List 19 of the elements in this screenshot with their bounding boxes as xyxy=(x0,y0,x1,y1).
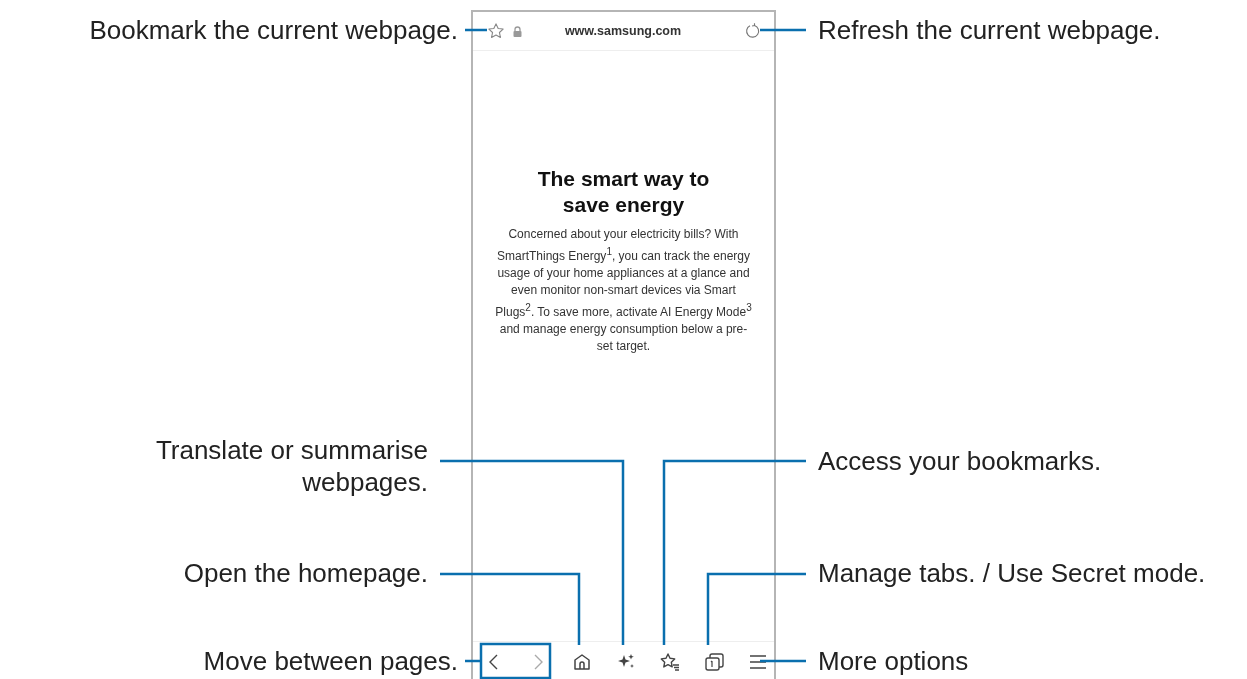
callout-label: Open the homepage. xyxy=(183,557,428,589)
callout-label: More options xyxy=(818,645,969,677)
callout-label: Bookmark the current webpage. xyxy=(89,14,458,46)
leader-line xyxy=(465,28,487,32)
refresh-icon[interactable] xyxy=(744,22,762,40)
leader-line xyxy=(760,659,806,663)
callout-label: Translate or summarise webpages. xyxy=(154,434,428,498)
lock-icon xyxy=(513,25,522,37)
callout-label: Access your bookmarks. xyxy=(818,445,1102,477)
bookmark-star-icon[interactable] xyxy=(487,22,505,40)
callout-label: Move between pages. xyxy=(203,645,458,677)
leader-line xyxy=(760,28,806,32)
leader-line xyxy=(465,659,481,663)
page-paragraph: Concerned about your electricity bills? With SmartThings Energy$^{1}$, you can track the energy usage of your home appliances at a glance and even monitor non-smart devices via Smart Plugs$^{2}$. To save more, activate AI Energy Mode$^{3}$ and manage energy consumption below a pre-set target. xyxy=(494,226,753,355)
url-text[interactable]: www.samsung.com xyxy=(530,24,736,38)
callout-label: Refresh the current webpage. xyxy=(818,14,1161,46)
callout-label: Manage tabs. / Use Secret mode. xyxy=(818,557,1206,589)
page-headline: The smart way to save energy xyxy=(536,166,711,218)
tabs-icon[interactable] xyxy=(702,650,726,674)
